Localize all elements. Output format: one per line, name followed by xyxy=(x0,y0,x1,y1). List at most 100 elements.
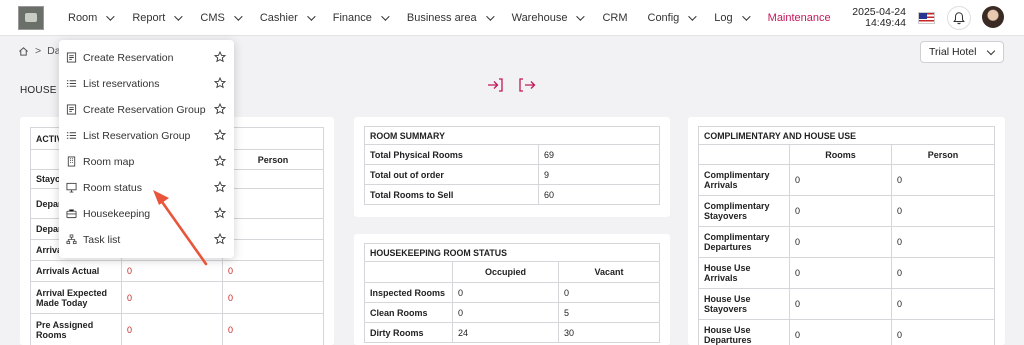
nav-crm-label: CRM xyxy=(602,12,628,24)
person-value[interactable]: 2 xyxy=(222,169,324,189)
row-label: Complimentary Stayovers xyxy=(698,195,790,227)
rooms-value[interactable]: 0 xyxy=(121,281,223,314)
complimentary-card: COMPLIMENTARY AND HOUSE USE Rooms Person… xyxy=(688,117,1005,345)
menu-item-list-reservations[interactable]: List reservations xyxy=(59,71,234,97)
hotel-select[interactable]: Trial Hotel xyxy=(920,41,1004,63)
occupied-value: 0 xyxy=(452,302,559,323)
row-label: Arrivals Actual xyxy=(30,260,122,282)
row-label: Total out of order xyxy=(364,164,539,185)
annotation-arrow xyxy=(153,190,208,266)
person-value[interactable] xyxy=(222,239,324,261)
user-avatar[interactable] xyxy=(982,6,1004,28)
breadcrumb-separator: > xyxy=(35,45,42,57)
room-summary-card: ROOM SUMMARY Total Physical Rooms 69 Tot… xyxy=(354,117,670,217)
col-occupied: Occupied xyxy=(452,261,559,283)
star-icon[interactable] xyxy=(214,103,226,115)
complimentary-table: COMPLIMENTARY AND HOUSE USE Rooms Person… xyxy=(698,126,995,345)
table-row: COMPLIMENTARY AND HOUSE USE xyxy=(698,126,995,145)
sign-in-icon[interactable] xyxy=(486,77,504,93)
star-icon[interactable] xyxy=(214,129,226,141)
nav-cashier-label: Cashier xyxy=(259,12,298,24)
chevron-down-icon xyxy=(306,12,316,21)
nav-business-area[interactable]: Business area xyxy=(406,12,495,24)
room-summary-title: ROOM SUMMARY xyxy=(364,126,660,145)
col-person: Person xyxy=(222,149,324,170)
hotel-logo[interactable] xyxy=(18,6,44,30)
nav-business-area-label: Business area xyxy=(406,12,477,24)
nav-finance[interactable]: Finance xyxy=(333,12,390,24)
nav-room[interactable]: Room xyxy=(68,12,116,24)
nav-report[interactable]: Report xyxy=(132,12,184,24)
menu-item-create-reservation[interactable]: Create Reservation xyxy=(59,45,234,71)
menu-item-label: Room map xyxy=(83,156,135,168)
occupied-value: 0 xyxy=(452,282,559,303)
menu-item-list-reservation-group[interactable]: List Reservation Group xyxy=(59,123,234,149)
nav-maintenance-label: Maintenance xyxy=(767,12,831,24)
row-value: 9 xyxy=(538,164,660,185)
person-value[interactable]: 0 xyxy=(222,260,324,282)
person-value: 0 xyxy=(891,257,995,289)
col-vacant: Vacant xyxy=(558,261,660,283)
star-icon[interactable] xyxy=(214,155,226,167)
nav-crm[interactable]: CRM xyxy=(602,12,627,24)
table-row: Clean Rooms 0 5 xyxy=(364,302,660,323)
table-row: House Use Arrivals 0 0 xyxy=(698,257,995,289)
row-label: House Use Arrivals xyxy=(698,257,790,289)
row-value: 69 xyxy=(538,144,660,165)
rooms-value: 0 xyxy=(789,195,892,227)
table-row: Dirty Rooms 24 30 xyxy=(364,322,660,343)
star-icon[interactable] xyxy=(214,77,226,89)
row-label: Pre Assigned Rooms xyxy=(30,313,122,345)
person-value[interactable] xyxy=(222,218,324,240)
person-value[interactable]: 0 xyxy=(222,281,324,314)
chevron-down-icon xyxy=(741,12,751,21)
person-value: 0 xyxy=(891,195,995,227)
person-value[interactable]: 2 xyxy=(222,188,324,219)
table-row: Total out of order 9 xyxy=(364,164,660,185)
rooms-value: 0 xyxy=(789,164,892,196)
person-value: 0 xyxy=(891,226,995,258)
vacant-value: 30 xyxy=(558,322,660,343)
nav-cashier[interactable]: Cashier xyxy=(259,12,316,24)
person-value: 0 xyxy=(891,164,995,196)
main-nav: Room Report CMS Cashier Finance Business… xyxy=(68,0,851,36)
row-label: Clean Rooms xyxy=(364,302,453,323)
nav-maintenance[interactable]: Maintenance xyxy=(768,12,831,24)
menu-item-label: Create Reservation Group xyxy=(83,104,206,116)
chevron-down-icon xyxy=(233,12,243,21)
chevron-down-icon xyxy=(174,12,184,21)
table-row: Rooms Person xyxy=(698,144,995,165)
nav-cms[interactable]: CMS xyxy=(200,12,243,24)
col-rooms: Rooms xyxy=(789,144,892,165)
table-row: Arrival Expected Made Today 0 0 xyxy=(30,281,324,314)
menu-item-room-map[interactable]: Room map xyxy=(59,149,234,175)
nav-log[interactable]: Log xyxy=(714,12,751,24)
row-label: Total Rooms to Sell xyxy=(364,184,539,205)
us-flag-icon[interactable] xyxy=(918,12,935,24)
row-label: Dirty Rooms xyxy=(364,322,453,343)
row-value: 60 xyxy=(538,184,660,205)
table-row: Occupied Vacant xyxy=(364,261,660,283)
row-label: House Use Departures xyxy=(698,319,790,345)
menu-item-create-reservation-group[interactable]: Create Reservation Group xyxy=(59,97,234,123)
sign-out-icon[interactable] xyxy=(518,77,536,93)
home-icon[interactable] xyxy=(18,46,29,57)
rooms-value: 0 xyxy=(789,226,892,258)
room-summary-table: ROOM SUMMARY Total Physical Rooms 69 Tot… xyxy=(364,126,660,205)
rooms-value[interactable]: 0 xyxy=(121,313,223,345)
person-value[interactable]: 0 xyxy=(222,313,324,345)
clock-time: 14:49:44 xyxy=(865,17,906,29)
nav-warehouse[interactable]: Warehouse xyxy=(511,12,586,24)
row-label: Complimentary Arrivals xyxy=(698,164,790,196)
breadcrumb: > Da xyxy=(18,45,61,57)
nav-config[interactable]: Config xyxy=(648,12,697,24)
nav-warehouse-label: Warehouse xyxy=(511,12,568,24)
nav-report-label: Report xyxy=(132,12,166,24)
chevron-down-icon xyxy=(576,12,586,21)
star-icon[interactable] xyxy=(214,51,226,63)
table-row: House Use Stayovers 0 0 xyxy=(698,288,995,320)
hotel-select-value: Trial Hotel xyxy=(929,46,977,58)
complimentary-title: COMPLIMENTARY AND HOUSE USE xyxy=(698,126,995,145)
notifications-button[interactable] xyxy=(947,6,971,30)
row-label: Arrival Expected Made Today xyxy=(30,281,122,314)
